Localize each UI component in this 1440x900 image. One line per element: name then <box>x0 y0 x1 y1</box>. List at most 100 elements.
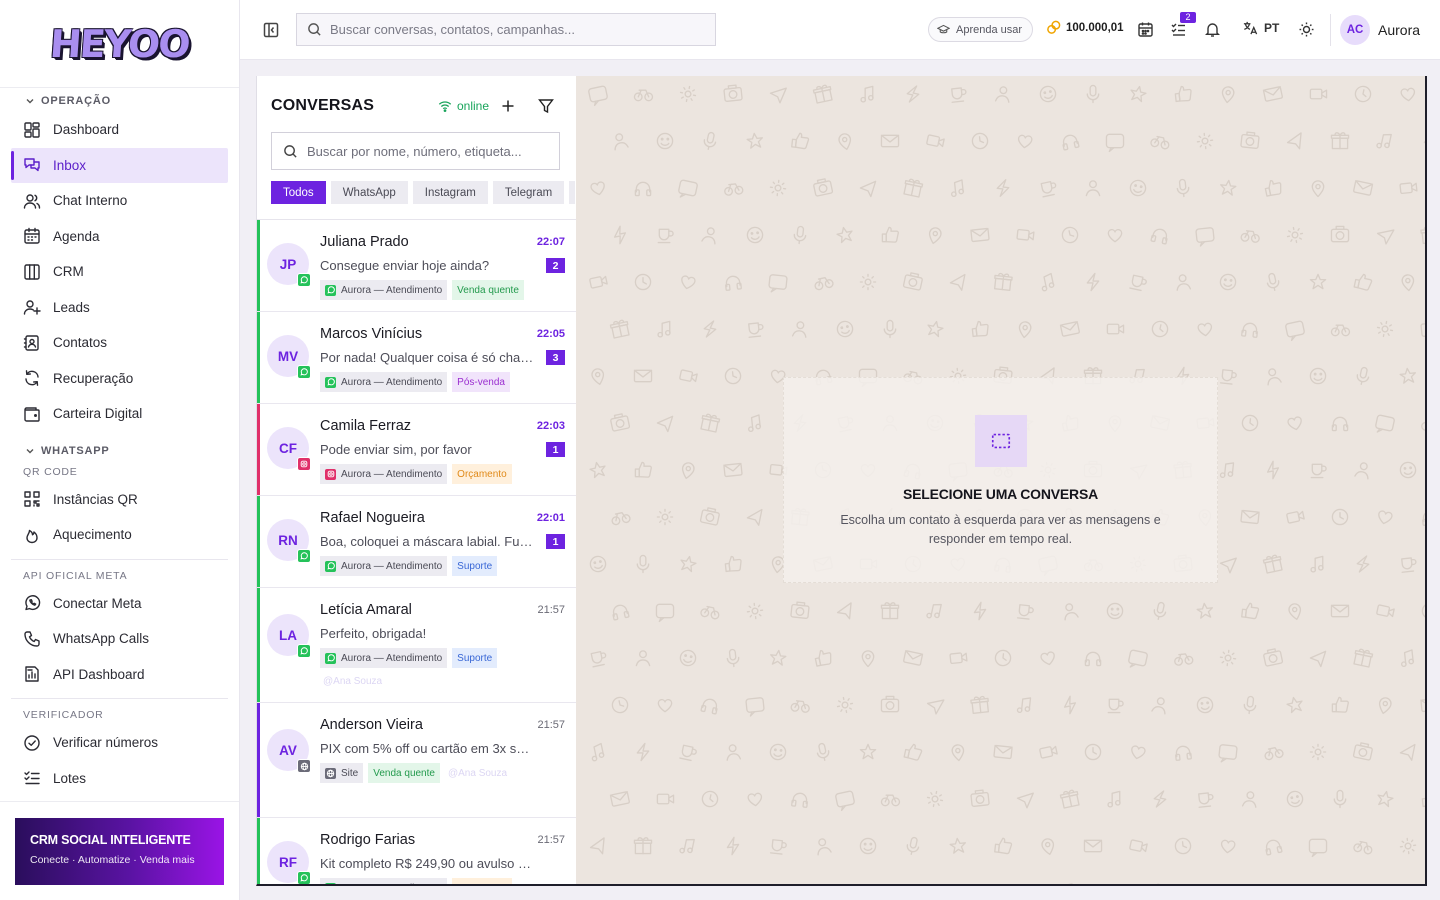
section-subheader: API OFICIAL META <box>23 569 128 582</box>
label-tag: Venda quente <box>368 763 440 783</box>
inbox-tag: Aurora — Atendimento <box>320 280 448 300</box>
bell-icon[interactable] <box>1204 21 1221 38</box>
globe-icon <box>297 759 311 773</box>
sidebar-item-label: WhatsApp Calls <box>53 631 150 647</box>
sidebar-item-contatos[interactable]: Contatos <box>11 325 228 361</box>
inbox-tag: Aurora — Atendimento <box>320 464 448 484</box>
connection-status: online <box>438 99 489 113</box>
sidebar-item-verificar-numeros[interactable]: Verificar números <box>11 725 228 761</box>
inbox-tag: Aurora — Atendimento <box>320 556 448 576</box>
connection-status-label: online <box>457 99 490 113</box>
inbox-tag: Aurora — Atendimento <box>320 648 448 668</box>
contact-name: Camila Ferraz <box>320 418 412 434</box>
conversation-item[interactable]: RN Rafael Nogueira 22:01 Boa, coloquei a… <box>257 496 576 588</box>
contact-avatar: LA <box>267 614 311 658</box>
top-header: Aprenda usar 100.000,01 2 PT AC Aurora <box>240 0 1440 60</box>
sidebar-item-crm[interactable]: CRM <box>11 254 228 290</box>
brand-logo[interactable]: HEYOO <box>49 22 191 66</box>
contact-name: Letícia Amaral <box>320 602 412 618</box>
sidebar-item-dashboard[interactable]: Dashboard <box>11 112 228 148</box>
learn-button[interactable]: Aprenda usar <box>928 17 1034 42</box>
label-tag: Suporte <box>452 556 498 576</box>
label-tag: Venda quente <box>452 280 524 300</box>
conversation-item[interactable]: LA Letícia Amaral 21:57 Perfeito, obriga… <box>257 588 576 703</box>
sidebar-item-carteira-digital[interactable]: Carteira Digital <box>11 396 228 432</box>
theme-toggle-icon[interactable] <box>1298 21 1315 38</box>
sidebar-nav: OPERAÇÃO Dashboard Inbox Chat Interno Agenda… <box>0 90 240 800</box>
dashboard-icon <box>24 122 40 138</box>
message-time: 21:57 <box>537 834 565 846</box>
conversation-search[interactable] <box>271 132 560 170</box>
filter-tab-todos[interactable]: Todos <box>271 181 326 204</box>
sidebar-item-recuperacao[interactable]: Recuperação <box>11 361 228 397</box>
conversation-tags: Aurora — Atendimento Suporte <box>320 648 498 668</box>
contact-name: Anderson Vieira <box>320 717 423 733</box>
sidebar-item-aquecimento[interactable]: Aquecimento <box>11 517 228 553</box>
conversation-item[interactable]: JP Juliana Prado 22:07 Consegue enviar h… <box>257 220 576 312</box>
conversation-item[interactable]: AV Anderson Vieira 21:57 PIX com 5% off … <box>257 703 576 818</box>
filter-icon[interactable] <box>538 98 554 114</box>
global-search[interactable] <box>296 13 716 46</box>
sidebar-item-api-dashboard[interactable]: API Dashboard <box>11 657 228 693</box>
conversation-search-input[interactable] <box>307 143 547 159</box>
conversation-item[interactable]: CF Camila Ferraz 22:03 Pode enviar sim, … <box>257 404 576 496</box>
credits-display[interactable]: 100.000,01 <box>1046 20 1124 35</box>
sidebar-item-lotes[interactable]: Lotes <box>11 761 228 797</box>
message-time: 22:05 <box>536 328 565 340</box>
last-message-preview: Por nada! Qualquer coisa é só chamar! <box>320 350 534 365</box>
sidebar-item-instancias-qr[interactable]: Instâncias QR <box>11 482 228 518</box>
users-icon <box>23 194 41 209</box>
message-time: 22:01 <box>536 512 565 524</box>
user-menu[interactable]: AC Aurora <box>1340 15 1420 45</box>
filter-tab-instagram[interactable]: Instagram <box>412 181 488 204</box>
conversation-item[interactable]: RF Rodrigo Farias 21:57 Kit completo R$ … <box>257 818 576 884</box>
sidebar-item-whatsapp-calls[interactable]: WhatsApp Calls <box>11 621 228 657</box>
empty-state-subtitle: Escolha um contato à esquerda para ver a… <box>840 513 1161 546</box>
label-tag: Orçamento <box>452 464 512 484</box>
section-header[interactable]: WHATSAPP <box>0 440 240 462</box>
promo-banner[interactable]: CRM SOCIAL INTELIGENTE Conecte · Automat… <box>15 818 224 885</box>
sidebar-toggle-icon[interactable] <box>262 21 280 39</box>
user-name: Aurora <box>1378 22 1421 38</box>
last-message-preview: Pode enviar sim, por favor <box>320 442 472 457</box>
refresh-icon <box>25 370 39 387</box>
sidebar-item-label: Dashboard <box>53 122 120 138</box>
conversations-title: CONVERSAS <box>271 97 375 114</box>
contact-avatar: JP <box>267 243 311 287</box>
whatsapp-icon <box>25 595 41 611</box>
sidebar-item-agenda[interactable]: Agenda <box>11 219 228 255</box>
filter-tab-telegram[interactable]: Telegram <box>492 181 565 204</box>
whatsapp-icon <box>297 644 311 658</box>
learn-label: Aprenda usar <box>956 23 1023 36</box>
translate-icon <box>1242 20 1258 36</box>
coins-icon <box>1046 20 1061 35</box>
calendar-icon[interactable] <box>1137 21 1154 38</box>
promo-subtitle: Conecte · Automatize · Venda mais <box>30 854 195 866</box>
whatsapp-icon <box>297 273 311 287</box>
sidebar-item-label: Recuperação <box>53 370 134 386</box>
contact-avatar: RF <box>267 841 311 884</box>
sidebar-item-chat-interno[interactable]: Chat Interno <box>11 183 228 219</box>
sidebar-item-leads[interactable]: Leads <box>11 290 228 326</box>
conversation-item[interactable]: MV Marcos Vinícius 22:05 Por nada! Qualq… <box>257 312 576 404</box>
sidebar-item-inbox[interactable]: Inbox <box>11 147 228 183</box>
sidebar-item-conectar-meta[interactable]: Conectar Meta <box>11 586 228 622</box>
language-selector[interactable]: PT <box>1242 20 1279 36</box>
contact-avatar: CF <box>267 427 311 471</box>
contact-name: Rafael Nogueira <box>320 510 425 526</box>
conversation-tags: Aurora — Atendimento Orçamento <box>320 878 512 884</box>
filter-tab-whatsapp[interactable]: WhatsApp <box>330 181 408 204</box>
language-label: PT <box>1264 21 1280 35</box>
filter-tab-more[interactable] <box>569 181 576 204</box>
new-conversation-icon[interactable] <box>500 98 516 114</box>
last-message-preview: Kit completo R$ 249,90 ou avulso a parti… <box>320 856 534 871</box>
section-header[interactable]: OPERAÇÃO <box>0 90 240 112</box>
graduation-cap-icon <box>937 23 950 36</box>
tasks-icon[interactable] <box>1170 21 1187 38</box>
global-search-input[interactable] <box>330 22 690 37</box>
sidebar-item-label: Contatos <box>53 335 108 351</box>
inbox-tag: Aurora — Atendimento <box>320 372 448 392</box>
chevron-down-icon <box>26 448 34 453</box>
conversations-panel: CONVERSAS online TodosWhatsAppInstagramT… <box>256 76 576 886</box>
instagram-icon <box>297 457 311 471</box>
